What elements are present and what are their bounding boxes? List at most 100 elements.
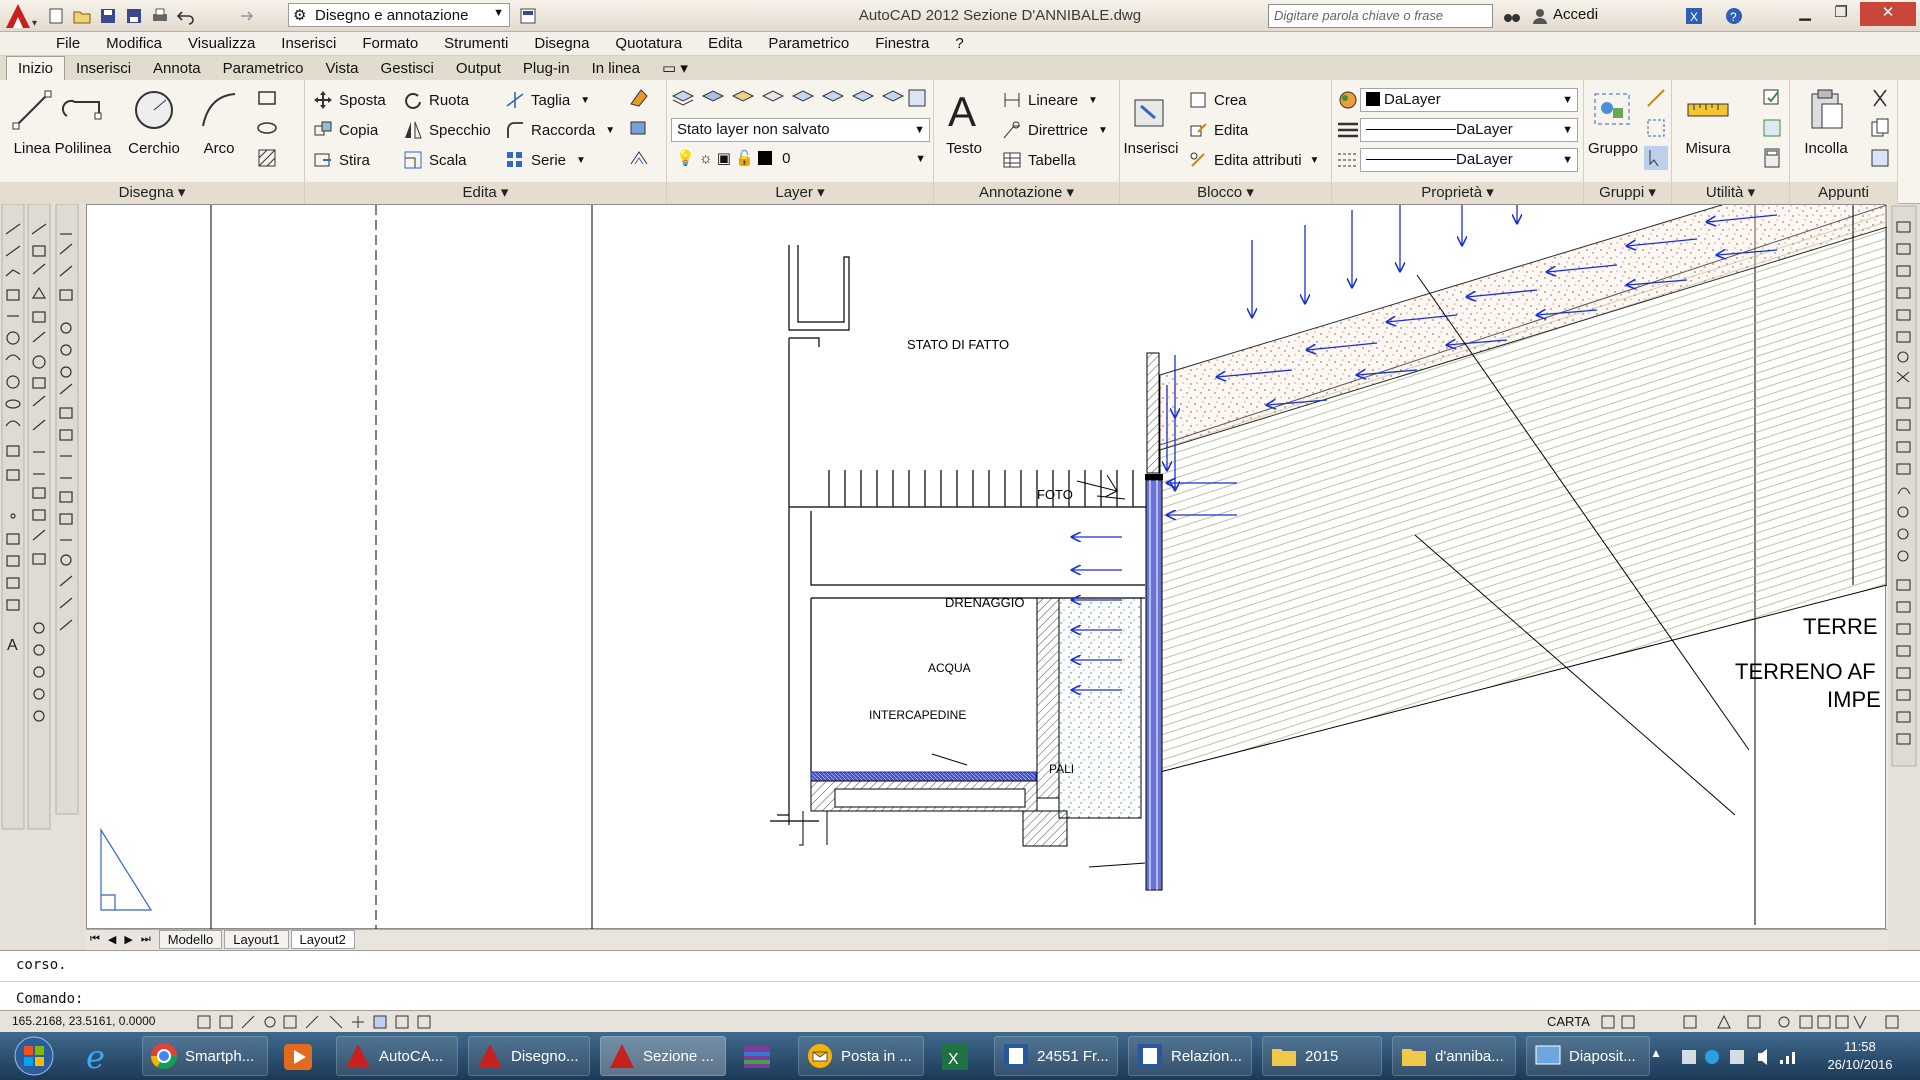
erase-icon[interactable] xyxy=(627,86,651,110)
tab-vista[interactable]: Vista xyxy=(314,57,369,80)
tab-last-icon[interactable]: ⏭ xyxy=(141,933,151,946)
panel-edita-title[interactable]: Edita ▾ xyxy=(305,182,666,204)
layer-properties-icon[interactable] xyxy=(671,86,695,110)
task-autocad-active[interactable]: Sezione ... xyxy=(600,1036,726,1076)
offset-icon[interactable] xyxy=(627,146,651,170)
command-prompt[interactable]: Comando: xyxy=(16,991,83,1007)
quick-select-icon[interactable] xyxy=(1760,86,1784,110)
print-icon[interactable] xyxy=(148,4,172,28)
system-tray-icons[interactable] xyxy=(1680,1046,1810,1068)
current-layer-dropdown[interactable]: 💡 ☼ ▣ 🔓 0 ▼ xyxy=(671,148,930,172)
specchio-button[interactable]: Specchio xyxy=(403,118,491,142)
taglia-button[interactable]: Taglia ▼ xyxy=(505,88,590,112)
arco-button[interactable]: Arco xyxy=(190,86,248,157)
sposta-button[interactable]: Sposta xyxy=(313,88,386,112)
raccorda-button[interactable]: Raccorda ▼ xyxy=(505,118,615,142)
undo-icon[interactable] xyxy=(174,4,198,28)
calculator-icon[interactable] xyxy=(1760,146,1784,170)
select-all-icon[interactable] xyxy=(1760,116,1784,140)
ruota-button[interactable]: Ruota xyxy=(403,88,469,112)
tray-expand-icon[interactable]: ▲ xyxy=(1650,1046,1662,1060)
tabella-button[interactable]: Tabella xyxy=(1002,148,1076,172)
open-file-icon[interactable] xyxy=(70,4,94,28)
layer-freeze-icon[interactable] xyxy=(791,86,815,110)
tab-next-icon[interactable]: ▶ xyxy=(124,933,132,946)
task-chrome[interactable]: Smartph... xyxy=(142,1036,268,1076)
edita-attributi-button[interactable]: Edita attributi ▼ xyxy=(1188,148,1319,172)
panel-blocco-title[interactable]: Blocco ▾ xyxy=(1120,182,1331,204)
direttrice-button[interactable]: Direttrice ▼ xyxy=(1002,118,1108,142)
ellipse-icon[interactable] xyxy=(256,116,280,140)
panel-gruppi-title[interactable]: Gruppi ▾ xyxy=(1584,182,1671,204)
layer-off-icon[interactable] xyxy=(821,86,845,110)
testo-button[interactable]: A Testo xyxy=(934,86,994,157)
task-folder-annibale[interactable]: d'anniba... xyxy=(1392,1036,1516,1076)
ribbon-toggle-icon[interactable]: ▭ ▾ xyxy=(651,56,699,80)
tab-prev-icon[interactable]: ◀ xyxy=(108,933,116,946)
crea-button[interactable]: Crea xyxy=(1188,88,1247,112)
maximize-button[interactable]: ❐ xyxy=(1822,2,1860,26)
explode-icon[interactable] xyxy=(627,116,651,140)
layer-match-icon[interactable] xyxy=(851,86,875,110)
user-icon[interactable] xyxy=(1528,4,1552,28)
scala-button[interactable]: Scala xyxy=(403,148,467,172)
match-properties-icon[interactable] xyxy=(1336,88,1360,112)
command-line[interactable]: corso. Comando: xyxy=(0,950,1920,1010)
layer-state-dropdown[interactable]: Stato layer non salvato ▼ xyxy=(671,118,930,142)
panel-annotazione-title[interactable]: Annotazione ▾ xyxy=(934,182,1119,204)
cerchio-button[interactable]: Cerchio xyxy=(122,86,186,157)
paper-space-toggle[interactable]: CARTA xyxy=(1547,1014,1590,1029)
copia-button[interactable]: Copia xyxy=(313,118,378,142)
search-input[interactable]: Digitare parola chiave o frase xyxy=(1268,4,1493,28)
workspace-dropdown[interactable]: ⚙ Disegno e annotazione ▼ xyxy=(288,3,510,27)
ungroup-icon[interactable] xyxy=(1644,86,1668,110)
task-word-1[interactable]: 24551 Fr... xyxy=(994,1036,1118,1076)
copy-with-base-icon[interactable] xyxy=(1868,146,1892,170)
gruppo-button[interactable]: Gruppo xyxy=(1584,86,1642,157)
menu-quotatura[interactable]: Quotatura xyxy=(602,35,695,52)
panel-appunti-title[interactable]: Appunti xyxy=(1790,182,1897,204)
menu-finestra[interactable]: Finestra xyxy=(862,35,942,52)
binoculars-icon[interactable] xyxy=(1500,4,1524,28)
menu-visualizza[interactable]: Visualizza xyxy=(175,35,268,52)
tab-modello[interactable]: Modello xyxy=(158,930,223,949)
edita-blocco-button[interactable]: Edita xyxy=(1188,118,1248,142)
tab-plugin[interactable]: Plug-in xyxy=(512,57,581,80)
tab-in-linea[interactable]: In linea xyxy=(581,57,651,80)
tab-inizio[interactable]: Inizio xyxy=(6,56,66,80)
copy-clip-icon[interactable] xyxy=(1868,116,1892,140)
system-clock[interactable]: 11:58 26/10/2016 xyxy=(1820,1038,1900,1074)
save-icon[interactable] xyxy=(96,4,120,28)
login-link[interactable]: Accedi xyxy=(1553,6,1598,23)
redo-icon[interactable] xyxy=(232,4,256,28)
internet-explorer-icon[interactable]: e xyxy=(82,1038,118,1076)
menu-parametrico[interactable]: Parametrico xyxy=(755,35,862,52)
tab-annota[interactable]: Annota xyxy=(142,57,212,80)
linetype-dropdown[interactable]: DaLayer ▼ xyxy=(1360,148,1578,172)
save-as-icon[interactable] xyxy=(122,4,146,28)
lineare-button[interactable]: Lineare ▼ xyxy=(1002,88,1098,112)
misura-button[interactable]: Misura xyxy=(1676,86,1740,157)
tab-output[interactable]: Output xyxy=(445,57,512,80)
menu-modifica[interactable]: Modifica xyxy=(93,35,175,52)
panel-layer-title[interactable]: Layer ▾ xyxy=(667,182,933,204)
group-select-icon[interactable] xyxy=(1644,146,1668,170)
layer-isolate-icon[interactable] xyxy=(731,86,755,110)
layer-unisolate-icon[interactable] xyxy=(761,86,785,110)
panel-proprieta-title[interactable]: Proprietà ▾ xyxy=(1332,182,1583,204)
task-autocad-1[interactable]: AutoCA... xyxy=(336,1036,458,1076)
start-button[interactable] xyxy=(10,1034,58,1078)
hatch-icon[interactable] xyxy=(256,146,280,170)
inserisci-blocco-button[interactable]: Inserisci xyxy=(1120,86,1182,157)
lineweight-dropdown[interactable]: DaLayer ▼ xyxy=(1360,118,1578,142)
cut-icon[interactable] xyxy=(1868,86,1892,110)
excel-icon[interactable]: X xyxy=(938,1040,972,1074)
color-dropdown[interactable]: DaLayer ▼ xyxy=(1360,88,1578,112)
exchange-icon[interactable]: X xyxy=(1682,4,1706,28)
cad-drawing[interactable]: STATO DI FATTO FOTO DRENAGGIO ACQUA INTE… xyxy=(87,154,1888,930)
drafting-toggles[interactable] xyxy=(196,1013,496,1031)
rectangle-icon[interactable] xyxy=(256,86,280,110)
tab-parametrico[interactable]: Parametrico xyxy=(212,57,315,80)
right-toolbar-icons[interactable] xyxy=(1888,204,1920,950)
task-word-2[interactable]: Relazion... xyxy=(1128,1036,1252,1076)
